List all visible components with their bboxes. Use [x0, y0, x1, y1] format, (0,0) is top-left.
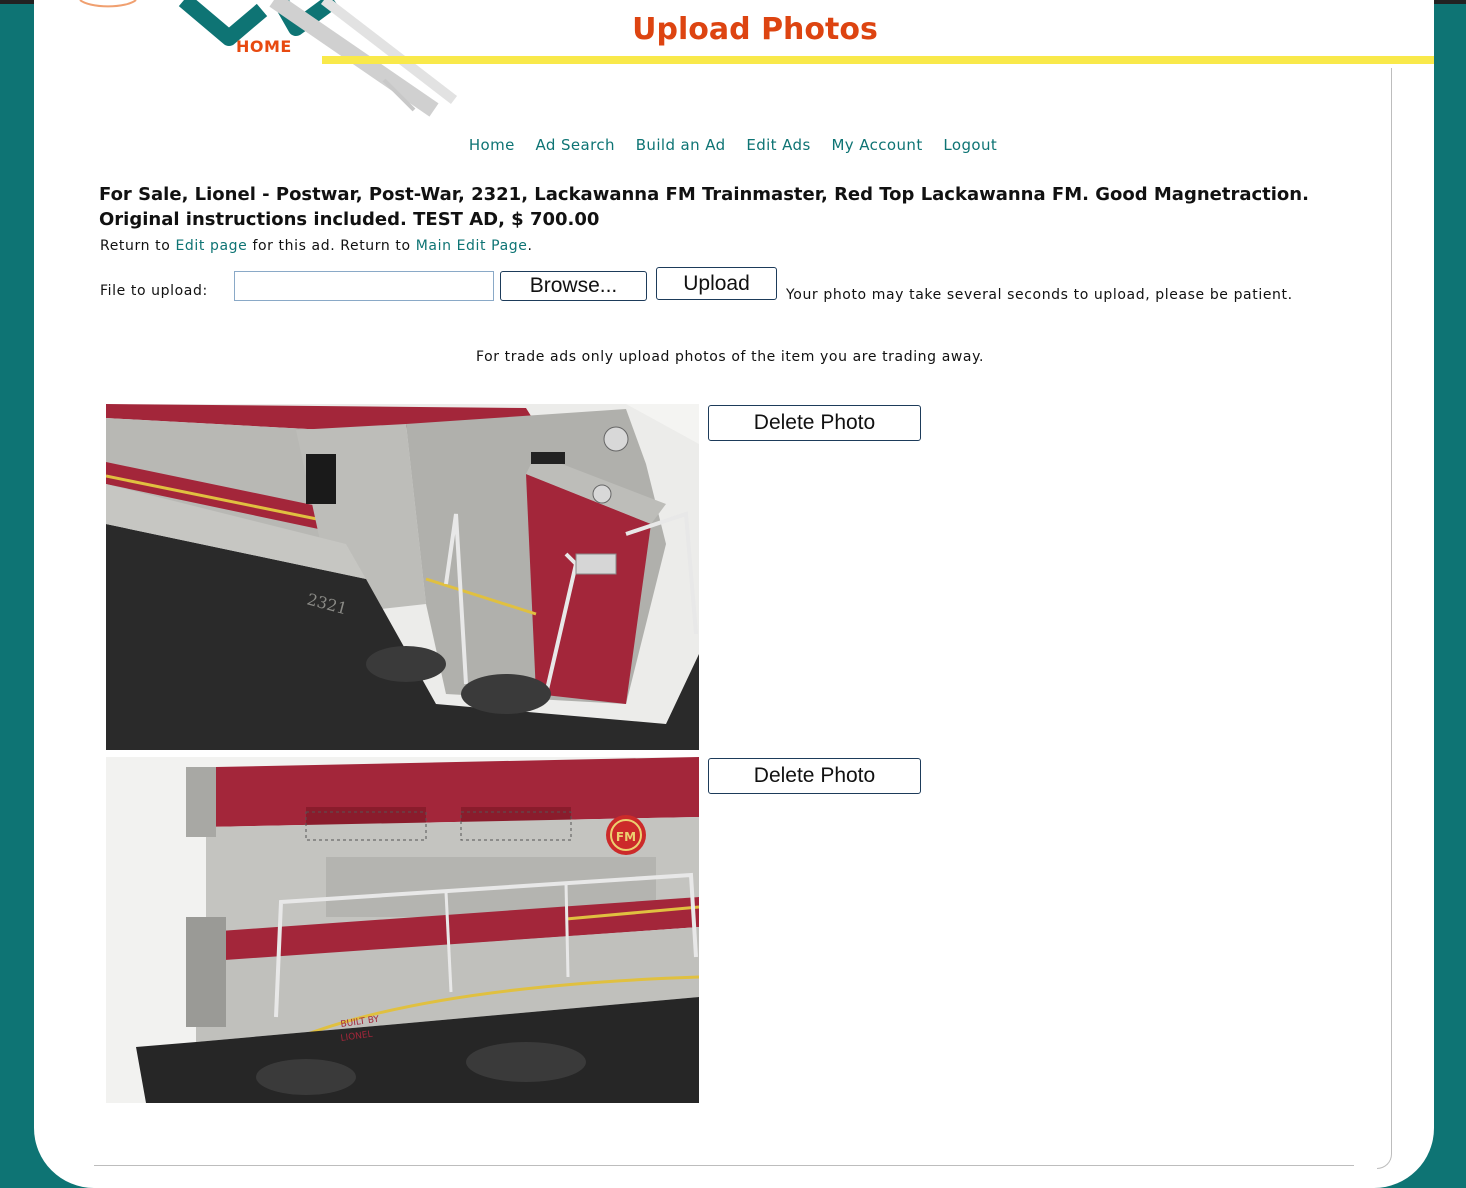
main-edit-page-link[interactable]: Main Edit Page: [416, 238, 528, 254]
upload-button[interactable]: Upload: [656, 267, 777, 300]
site-logo[interactable]: [34, 0, 494, 130]
edit-page-link[interactable]: Edit page: [175, 238, 247, 254]
nav-build-an-ad[interactable]: Build an Ad: [636, 136, 726, 154]
nav-home[interactable]: Home: [469, 136, 515, 154]
nav-edit-ads[interactable]: Edit Ads: [746, 136, 810, 154]
nav-my-account[interactable]: My Account: [831, 136, 922, 154]
delete-photo-1-button[interactable]: Delete Photo: [708, 405, 921, 441]
train-photo-1: 2321: [106, 404, 699, 750]
train-photo-2: FM BUILT BY LIONEL: [106, 757, 699, 1103]
file-path-field[interactable]: [234, 271, 494, 301]
return-suffix: .: [527, 238, 533, 254]
nav-ad-search[interactable]: Ad Search: [536, 136, 615, 154]
file-upload-label: File to upload:: [100, 283, 208, 299]
page-title: Upload Photos: [632, 12, 878, 47]
panel-bottom-divider: [94, 1165, 1354, 1166]
main-nav: Home Ad Search Build an Ad Edit Ads My A…: [0, 136, 1466, 154]
return-middle: for this ad. Return to: [252, 238, 411, 254]
return-links: Return to Edit page for this ad. Return …: [100, 238, 533, 254]
nav-logout[interactable]: Logout: [943, 136, 997, 154]
browse-button[interactable]: Browse...: [500, 271, 647, 301]
trade-ad-note: For trade ads only upload photos of the …: [475, 349, 985, 365]
header-accent-bar: [322, 56, 1434, 64]
return-prefix: Return to: [100, 238, 171, 254]
panel-border: [1377, 68, 1392, 1169]
ad-title: For Sale, Lionel - Postwar, Post-War, 23…: [99, 184, 1309, 230]
fm-emblem-text: FM: [616, 830, 636, 844]
delete-photo-2-button[interactable]: Delete Photo: [708, 758, 921, 794]
home-logo-link[interactable]: HOME: [236, 37, 292, 56]
